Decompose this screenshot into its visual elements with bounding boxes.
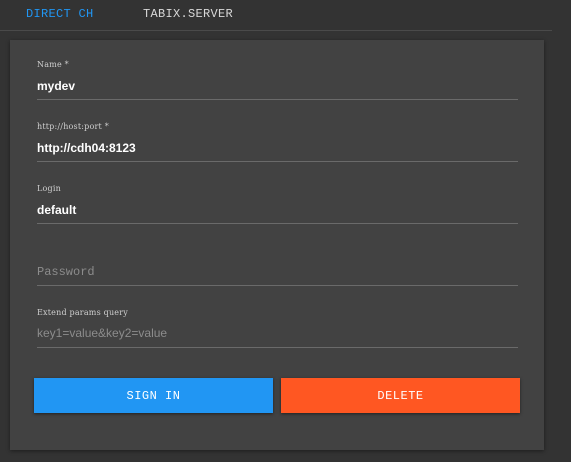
login-field-label: Login	[37, 184, 61, 193]
name-field[interactable]: Name *	[37, 58, 518, 100]
tab-tabix-server[interactable]: TABIX.SERVER	[143, 7, 233, 21]
delete-button[interactable]: DELETE	[281, 378, 520, 413]
tab-direct-ch[interactable]: DIRECT CH	[26, 7, 94, 21]
host-input[interactable]	[37, 141, 518, 155]
host-field-underline	[37, 161, 518, 162]
params-field[interactable]: Extend params query key1=value&key2=valu…	[37, 306, 518, 348]
password-input[interactable]: Password	[37, 265, 95, 279]
connection-tabs: DIRECT CH TABIX.SERVER	[0, 0, 552, 31]
params-field-label: Extend params query	[37, 308, 128, 317]
name-field-underline	[37, 99, 518, 100]
login-input[interactable]	[37, 203, 518, 217]
login-field[interactable]: Login	[37, 182, 518, 224]
host-field-label: http://host:port *	[37, 122, 109, 131]
name-field-label: Name *	[37, 60, 69, 69]
sign-in-button[interactable]: SIGN IN	[34, 378, 273, 413]
params-field-underline	[37, 347, 518, 348]
password-field-underline	[37, 285, 518, 286]
params-input[interactable]: key1=value&key2=value	[37, 326, 167, 340]
name-input[interactable]	[37, 79, 518, 93]
login-field-underline	[37, 223, 518, 224]
login-form-card: Name * http://host:port * Login Password…	[10, 40, 544, 450]
password-field[interactable]: Password	[37, 244, 518, 286]
host-field[interactable]: http://host:port *	[37, 120, 518, 162]
